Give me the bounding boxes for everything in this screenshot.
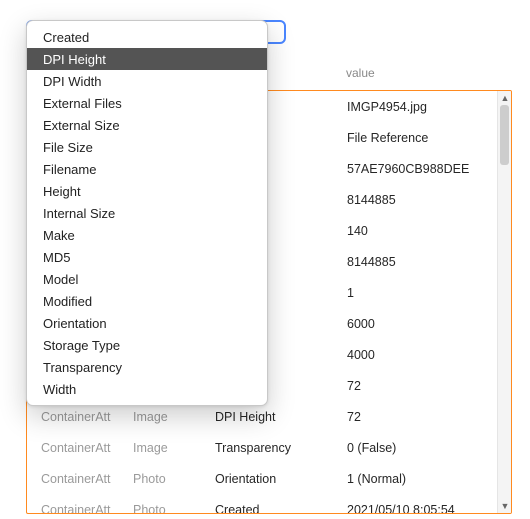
cell-value: 140 — [347, 224, 493, 238]
attribute-dropdown-menu[interactable]: CreatedDPI HeightDPI WidthExternal Files… — [26, 20, 268, 406]
cell-value: 1 (Normal) — [347, 472, 493, 486]
cell-value: 1 — [347, 286, 493, 300]
menu-item-internal-size[interactable]: Internal Size — [27, 202, 267, 224]
cell-attribute: Created — [215, 503, 347, 514]
scrollbar-thumb[interactable] — [500, 105, 509, 165]
menu-item-width[interactable]: Width — [27, 378, 267, 400]
menu-item-dpi-height[interactable]: DPI Height — [27, 48, 267, 70]
menu-item-external-files[interactable]: External Files — [27, 92, 267, 114]
menu-item-model[interactable]: Model — [27, 268, 267, 290]
cell-category: Image — [133, 441, 215, 455]
table-row[interactable]: ContainerAttPhotoOrientation1 (Normal) — [27, 463, 497, 494]
cell-value: 72 — [347, 379, 493, 393]
cell-value: 6000 — [347, 317, 493, 331]
cell-value: File Reference — [347, 131, 493, 145]
cell-function: ContainerAtt — [31, 441, 133, 455]
cell-value: 4000 — [347, 348, 493, 362]
cell-value: IMGP4954.jpg — [347, 100, 493, 114]
cell-value: 72 — [347, 410, 493, 424]
scroll-down-icon[interactable]: ▼ — [498, 499, 512, 513]
cell-attribute: Orientation — [215, 472, 347, 486]
cell-category: Photo — [133, 472, 215, 486]
cell-value: 57AE7960CB988DEE — [347, 162, 493, 176]
cell-attribute: Transparency — [215, 441, 347, 455]
menu-item-external-size[interactable]: External Size — [27, 114, 267, 136]
menu-item-modified[interactable]: Modified — [27, 290, 267, 312]
menu-item-storage-type[interactable]: Storage Type — [27, 334, 267, 356]
menu-item-height[interactable]: Height — [27, 180, 267, 202]
cell-category: Image — [133, 410, 215, 424]
menu-item-filename[interactable]: Filename — [27, 158, 267, 180]
menu-item-created[interactable]: Created — [27, 26, 267, 48]
cell-value: 2021/05/10 8:05:54 — [347, 503, 493, 514]
cell-value: 0 (False) — [347, 441, 493, 455]
vertical-scrollbar[interactable]: ▲ ▼ — [497, 91, 511, 513]
cell-value: 8144885 — [347, 193, 493, 207]
cell-attribute: DPI Height — [215, 410, 347, 424]
menu-item-file-size[interactable]: File Size — [27, 136, 267, 158]
cell-function: ContainerAtt — [31, 503, 133, 514]
menu-item-md5[interactable]: MD5 — [27, 246, 267, 268]
scrollbar-track[interactable] — [498, 105, 511, 499]
menu-item-transparency[interactable]: Transparency — [27, 356, 267, 378]
menu-item-make[interactable]: Make — [27, 224, 267, 246]
header-col-value: value — [346, 66, 508, 80]
cell-value: 8144885 — [347, 255, 493, 269]
table-row[interactable]: ContainerAttPhotoCreated2021/05/10 8:05:… — [27, 494, 497, 513]
cell-category: Photo — [133, 503, 215, 514]
menu-item-dpi-width[interactable]: DPI Width — [27, 70, 267, 92]
cell-function: ContainerAtt — [31, 410, 133, 424]
scroll-up-icon[interactable]: ▲ — [498, 91, 512, 105]
cell-function: ContainerAtt — [31, 472, 133, 486]
menu-item-orientation[interactable]: Orientation — [27, 312, 267, 334]
table-row[interactable]: ContainerAttImageTransparency0 (False) — [27, 432, 497, 463]
